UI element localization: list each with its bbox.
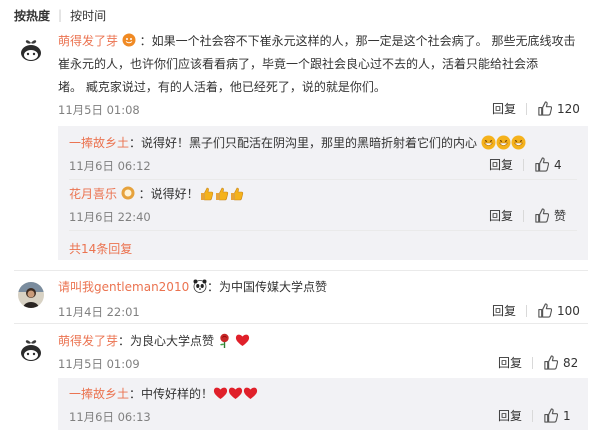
comment-body: 请叫我gentleman2010 ：为中国传媒大学点赞 [58, 279, 327, 295]
comment-timestamp: 11月5日 01:09 [58, 357, 140, 371]
action-divider [532, 409, 534, 422]
action-divider [526, 304, 528, 317]
reply-button[interactable]: 回复 [489, 156, 513, 173]
reply-timestamp: 11月6日 06:13 [69, 410, 151, 424]
reply-actions: 回复 4 [489, 156, 562, 173]
like-count: 1 [563, 408, 571, 423]
comment-text-line-1: ：如果一个社会容不下崔永元这样的人，那一定是这个社会病了。 那些无底线攻击 [139, 34, 576, 48]
sprout-avatar-icon [18, 36, 44, 62]
grin-emoji-icon [481, 135, 496, 150]
like-count: 120 [557, 101, 580, 116]
reply-actions: 回复 赞 [489, 207, 566, 224]
heart-emoji-icon [228, 387, 243, 399]
like-button[interactable]: 4 [534, 157, 562, 172]
heart-emoji-icon [243, 387, 258, 399]
comment-actions: 回复 82 [498, 354, 578, 371]
heart-emoji-icon [235, 334, 249, 346]
reply-actions: 回复 1 [498, 407, 571, 424]
panda-emoji-icon [193, 279, 207, 293]
thumbs-up-emoji-icon [230, 187, 243, 201]
comment-body: 萌得发了芽：为良心大学点赞 [58, 333, 250, 349]
like-count: 赞 [554, 209, 567, 223]
reply-timestamp: 11月6日 22:40 [69, 210, 151, 224]
comment-text-line-2: 崔永元的人，也许你们应该看看病了，毕竟一个跟社会良心过不去的人，活着只能给社会添 [58, 57, 539, 71]
reply-username[interactable]: 花月喜乐 [69, 187, 117, 201]
sort-by-time[interactable]: 按时间 [70, 7, 106, 24]
avatar[interactable] [18, 336, 44, 362]
comment-username[interactable]: 萌得发了芽 [58, 334, 118, 348]
comment-body: 萌得发了芽 ：如果一个社会容不下崔永元这样的人，那一定是这个社会病了。 那些无底… [58, 33, 576, 49]
sort-bar: 按热度 | 按时间 [14, 6, 106, 24]
comment-text: ：为中国传媒大学点赞 [207, 280, 328, 294]
reply-divider [69, 230, 577, 231]
like-button[interactable]: 1 [543, 408, 571, 423]
thumb-up-icon [538, 303, 553, 318]
heart-emoji-icon [213, 387, 228, 399]
action-divider [523, 209, 525, 222]
more-replies-link[interactable]: 共14条回复 [69, 240, 132, 257]
thumb-up-icon [535, 208, 550, 223]
comment-timestamp: 11月5日 01:08 [58, 103, 140, 117]
comment-text-line-3: 堵。 臧克家说过，有的人活着，他已经死了，说的就是你们。 [58, 80, 386, 94]
comment-actions: 回复 120 [492, 100, 580, 117]
avatar[interactable] [18, 36, 44, 62]
sort-by-hot[interactable]: 按热度 [14, 7, 50, 24]
sort-separator: | [58, 8, 63, 22]
grin-emoji-icon [511, 135, 526, 150]
reply-body: 一捧故乡土：中传好样的！ [69, 386, 258, 402]
reply-text: ：说得好！黑子们只配活在阴沟里，那里的黑暗折射着它们的内心 [129, 136, 478, 150]
thumbs-up-emoji-icon [200, 187, 213, 201]
reply-body: 花月喜乐 ：说得好！ [69, 186, 244, 202]
comment-username[interactable]: 萌得发了芽 [58, 34, 118, 48]
reply-text: ：说得好！ [138, 187, 199, 201]
reply-button[interactable]: 回复 [498, 407, 522, 424]
reply-divider [69, 179, 577, 180]
person-avatar-icon [18, 282, 44, 308]
comment-text: ：为良心大学点赞 [118, 334, 215, 348]
comment-divider [14, 270, 588, 271]
reply-text: ：中传好样的！ [129, 387, 214, 401]
vip-badge-icon [121, 186, 135, 200]
action-divider [523, 158, 525, 171]
thumb-up-icon [535, 157, 550, 172]
comment-divider [14, 323, 588, 324]
action-divider [526, 102, 528, 115]
reply-button[interactable]: 回复 [492, 302, 516, 319]
thumb-up-icon [544, 355, 559, 370]
like-button[interactable]: 100 [537, 303, 580, 318]
like-button[interactable]: 120 [537, 101, 580, 116]
like-button[interactable]: 82 [543, 355, 578, 370]
reply-button[interactable]: 回复 [489, 207, 513, 224]
thumb-up-icon [544, 408, 559, 423]
vip-badge-icon [122, 33, 136, 47]
like-count: 4 [554, 157, 562, 172]
avatar[interactable] [18, 282, 44, 308]
reply-timestamp: 11月6日 06:12 [69, 159, 151, 173]
reply-username[interactable]: 一捧故乡土 [69, 136, 129, 150]
grin-emoji-icon [496, 135, 511, 150]
action-divider [532, 356, 534, 369]
like-count: 82 [563, 355, 579, 370]
sprout-avatar-icon [18, 336, 44, 362]
like-button[interactable]: 赞 [534, 207, 566, 224]
thumb-up-icon [538, 101, 553, 116]
reply-body: 一捧故乡土：说得好！黑子们只配活在阴沟里，那里的黑暗折射着它们的内心 [69, 135, 526, 151]
reply-username[interactable]: 一捧故乡土 [69, 387, 129, 401]
thumbs-up-emoji-icon [215, 187, 228, 201]
comment-timestamp: 11月4日 22:01 [58, 305, 140, 319]
like-count: 100 [557, 303, 580, 318]
comment-username[interactable]: 请叫我gentleman2010 [58, 280, 189, 294]
reply-button[interactable]: 回复 [492, 100, 516, 117]
reply-button[interactable]: 回复 [498, 354, 522, 371]
rose-emoji-icon [219, 333, 229, 348]
comment-actions: 回复 100 [492, 302, 580, 319]
